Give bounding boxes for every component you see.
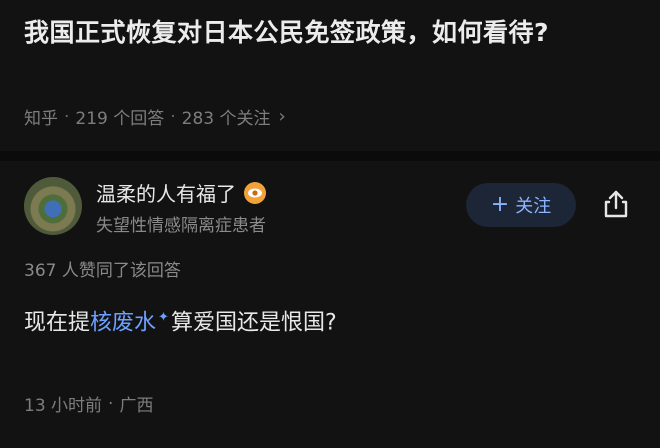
answer-text-after: 算爱国还是恨国? — [170, 310, 337, 336]
follower-count: 283 个关注 — [181, 109, 271, 129]
eye-badge-icon — [244, 181, 266, 204]
plus-icon: + — [490, 192, 510, 217]
answer-link[interactable]: 核废水 — [90, 310, 156, 335]
source-label: 知乎 — [24, 109, 58, 129]
answer-text-before: 现在提 — [24, 310, 91, 336]
chevron-right-icon: › — [278, 106, 286, 127]
avatar[interactable] — [24, 177, 82, 235]
answer-footer: 13 小时前 · 广西 — [24, 391, 154, 417]
follow-label: 关注 — [515, 196, 552, 217]
author-name: 温柔的人有福了 — [96, 182, 236, 206]
question-meta[interactable]: 知乎 · 219 个回答 · 283 个关注 › — [24, 104, 286, 129]
share-icon[interactable] — [600, 188, 632, 220]
meta-separator: · — [64, 106, 70, 127]
answer-content[interactable]: 现在提核废水 ✦算爱国还是恨国? — [24, 300, 337, 341]
author-bio: 失望性情感隔离症患者 — [96, 216, 266, 236]
post-location: 广西 — [119, 396, 154, 416]
author-name-row[interactable]: 温柔的人有福了 — [96, 178, 266, 207]
question-title[interactable]: 我国正式恢复对日本公民免签政策，如何看待? — [24, 14, 624, 52]
footer-separator: · — [108, 393, 114, 414]
meta-separator: · — [170, 106, 176, 127]
section-divider — [0, 151, 660, 161]
sparkle-icon: ✦ — [158, 310, 169, 325]
answer-count: 219 个回答 — [75, 109, 165, 129]
follow-button[interactable]: + 关注 — [466, 183, 576, 227]
post-time: 13 小时前 — [24, 396, 103, 416]
likes-count: 367 人赞同了该回答 — [24, 261, 181, 281]
